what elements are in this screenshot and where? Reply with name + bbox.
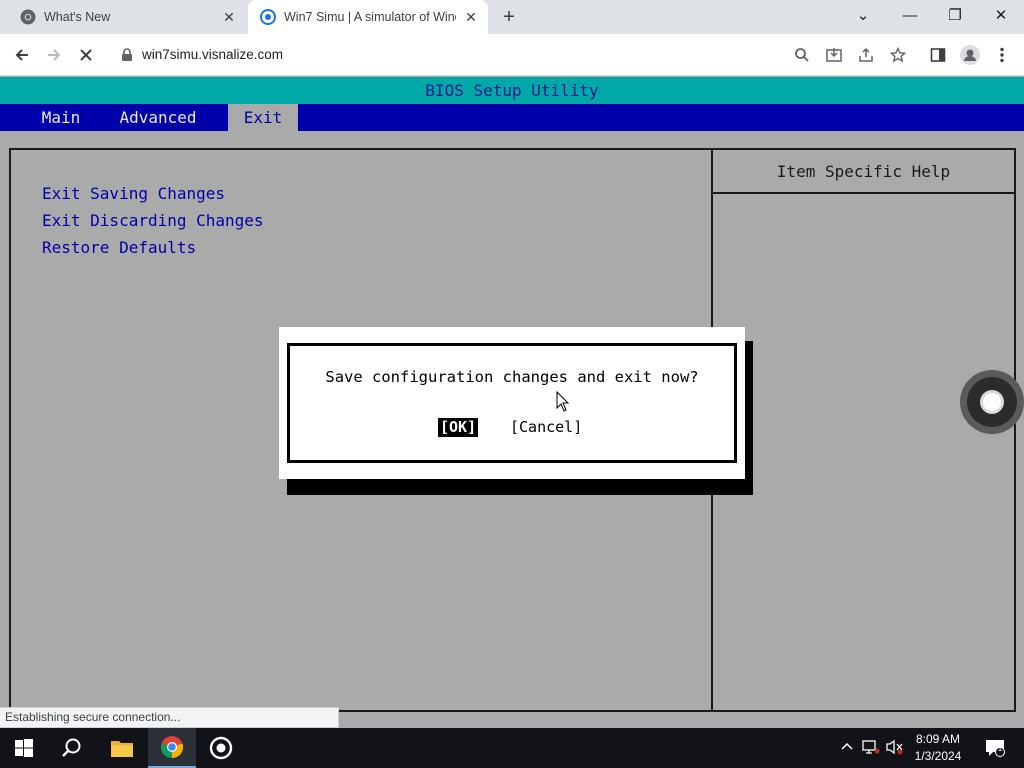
restore-button[interactable]: ❐ — [942, 4, 968, 28]
tab-title: What's New — [44, 10, 111, 24]
tab-search-button[interactable]: ⌄ — [850, 4, 876, 28]
tab-title: Win7 Simu | A simulator of Windows 7 — [284, 10, 456, 24]
dialog-message: Save configuration changes and exit now? — [325, 368, 699, 386]
bookmark-star-icon[interactable] — [886, 43, 910, 67]
mouse-cursor-icon — [556, 390, 570, 413]
floating-loader-icon[interactable] — [960, 370, 1024, 434]
cancel-button[interactable]: [Cancel] — [510, 418, 582, 437]
notification-count: 1 — [997, 744, 1003, 753]
stop-loading-icon[interactable] — [74, 43, 98, 67]
system-clock[interactable]: 8:09 AM 1/3/2024 — [905, 731, 971, 765]
forward-icon[interactable] — [42, 43, 66, 67]
bios-menu-bar: Main Advanced Exit — [0, 104, 1024, 131]
start-icon[interactable] — [0, 728, 48, 768]
browser-status-bubble: Establishing secure connection... — [0, 707, 339, 728]
show-hidden-icons-icon[interactable] — [838, 739, 856, 757]
minimize-button[interactable]: — — [897, 4, 923, 28]
ok-button[interactable]: [OK] — [438, 418, 479, 437]
clock-date: 1/3/2024 — [914, 749, 962, 763]
option-restore-defaults[interactable]: Restore Defaults — [42, 238, 196, 257]
win7simu-icon[interactable] — [197, 728, 245, 768]
close-tab-icon[interactable]: ✕ — [462, 8, 480, 26]
network-icon[interactable] — [862, 739, 880, 757]
volume-muted-icon[interactable] — [886, 739, 904, 757]
profile-avatar-icon[interactable] — [958, 43, 982, 67]
lock-icon[interactable] — [120, 48, 134, 62]
option-exit-saving-changes[interactable]: Exit Saving Changes — [42, 184, 225, 203]
clock-time: 8:09 AM — [915, 732, 961, 746]
tab-whats-new[interactable]: What's New ✕ — [8, 0, 246, 34]
help-title: Item Specific Help — [776, 162, 951, 181]
install-app-icon[interactable] — [822, 43, 846, 67]
zoom-search-icon[interactable] — [790, 43, 814, 67]
file-explorer-icon[interactable] — [98, 728, 146, 768]
menu-advanced[interactable]: Advanced — [110, 104, 206, 131]
notifications-icon[interactable]: 1 — [984, 739, 1006, 757]
chrome-icon — [20, 9, 36, 25]
menu-exit[interactable]: Exit — [228, 104, 298, 131]
tab-win7simu[interactable]: Win7 Simu | A simulator of Windows 7 ✕ — [248, 0, 488, 34]
chrome-icon[interactable] — [148, 728, 196, 768]
browser-toolbar: win7simu.visnalize.com — [0, 34, 1024, 76]
help-separator — [713, 192, 1014, 194]
browser-tab-strip: What's New ✕ Win7 Simu | A simulator of … — [0, 0, 1024, 34]
loader-dot — [980, 390, 1004, 414]
search-icon[interactable] — [48, 728, 96, 768]
win7simu-icon — [260, 9, 276, 25]
close-window-button[interactable]: ✕ — [988, 4, 1014, 28]
back-icon[interactable] — [10, 43, 34, 67]
confirm-dialog: Save configuration changes and exit now?… — [279, 327, 745, 479]
more-menu-icon[interactable] — [990, 43, 1014, 67]
taskbar: 8:09 AM 1/3/2024 1 — [0, 728, 1024, 768]
dialog-frame: Save configuration changes and exit now?… — [287, 343, 737, 463]
side-panel-icon[interactable] — [926, 43, 950, 67]
new-tab-button[interactable]: + — [498, 6, 520, 28]
url-text: win7simu.visnalize.com — [142, 47, 284, 62]
menu-main[interactable]: Main — [31, 104, 91, 131]
option-exit-discarding-changes[interactable]: Exit Discarding Changes — [42, 211, 264, 230]
close-tab-icon[interactable]: ✕ — [220, 8, 238, 26]
bios-title: BIOS Setup Utility — [0, 77, 1024, 104]
share-icon[interactable] — [854, 43, 878, 67]
